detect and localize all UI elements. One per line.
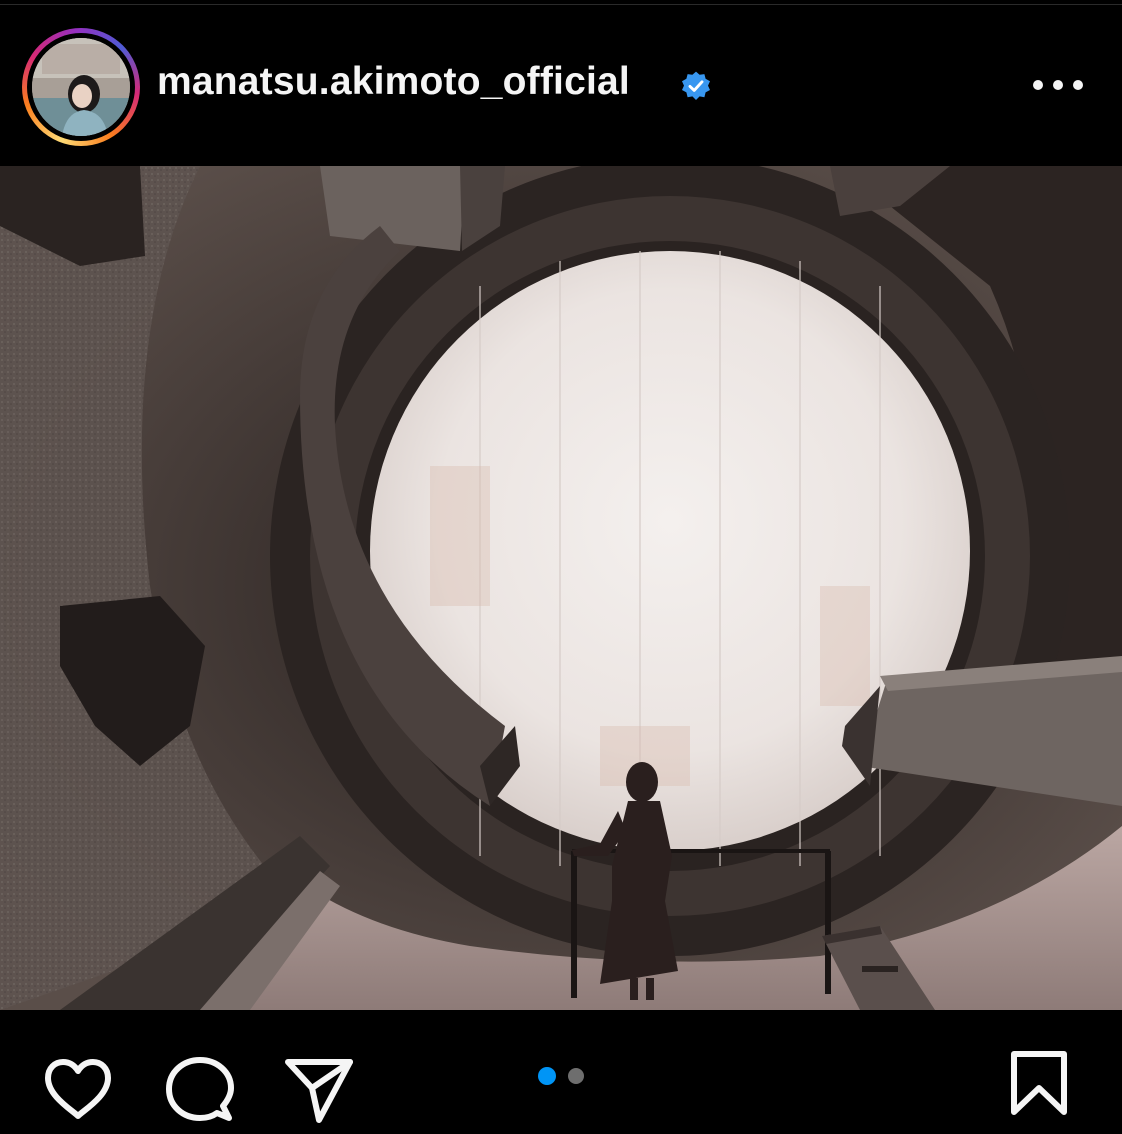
- avatar-photo: [32, 38, 130, 136]
- more-horizontal-icon[interactable]: [1030, 72, 1086, 98]
- instagram-post-view: manatsu.akimoto_official: [0, 0, 1122, 1134]
- avatar[interactable]: [32, 38, 130, 136]
- photo-circular-gallery: [0, 166, 1122, 1010]
- post-header: manatsu.akimoto_official: [0, 0, 1122, 166]
- comment-icon[interactable]: [165, 1056, 235, 1126]
- carousel-dot[interactable]: [568, 1068, 584, 1084]
- heart-icon[interactable]: [42, 1058, 114, 1122]
- divider: [0, 4, 1122, 5]
- bookmark-icon[interactable]: [1010, 1050, 1068, 1116]
- avatar-border: [27, 33, 135, 141]
- username[interactable]: manatsu.akimoto_official: [157, 60, 630, 104]
- post-image[interactable]: [0, 166, 1122, 1010]
- carousel-indicator: [536, 1067, 592, 1087]
- carousel-dot-active[interactable]: [538, 1067, 556, 1085]
- verified-badge-icon: [682, 71, 710, 100]
- story-ring[interactable]: [22, 28, 140, 146]
- send-icon[interactable]: [284, 1056, 354, 1124]
